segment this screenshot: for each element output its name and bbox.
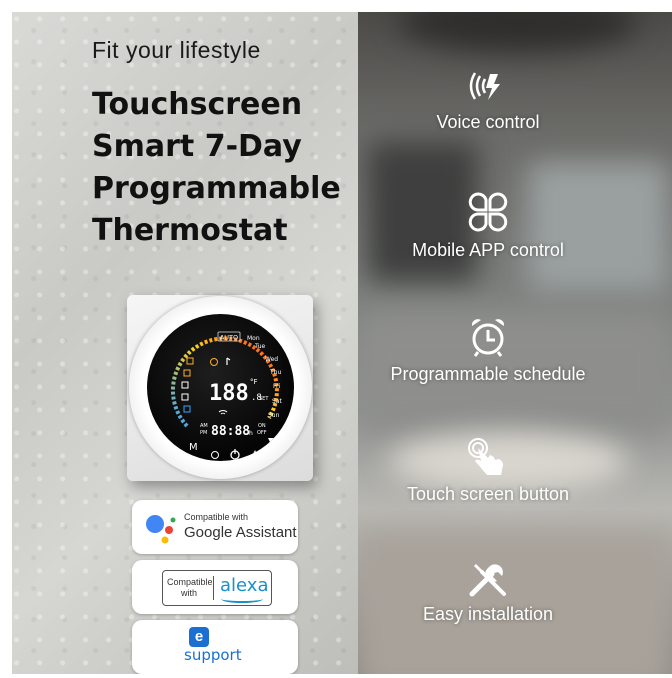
background-window xyxy=(528,162,668,292)
thermostat-screen: AUTO Mon Tue Wed Thu Fri Sat Sun 188 .8 … xyxy=(147,314,294,461)
mode-icon xyxy=(183,405,191,413)
day-label: Fri xyxy=(273,383,280,390)
clock-button-icon[interactable] xyxy=(211,451,219,459)
time-pm: PM xyxy=(200,430,207,436)
alexa-with-word: with xyxy=(180,588,197,598)
feature-mobile-app: Mobile APP control xyxy=(412,240,564,260)
alexa-divider xyxy=(213,576,214,600)
temperature-unit: °F xyxy=(250,378,258,386)
tools-icon-svg xyxy=(469,564,506,597)
set-label: SET xyxy=(259,396,269,402)
esupport-e-icon: e xyxy=(189,627,209,647)
background-floor xyxy=(358,532,672,674)
google-dot-blue xyxy=(146,515,164,533)
alexa-compatible-word: Compatible xyxy=(167,577,213,587)
google-dot-green xyxy=(170,517,176,523)
alexa-smile-icon xyxy=(221,595,263,603)
mode-icon xyxy=(183,369,191,377)
arrow-down-icon[interactable] xyxy=(268,438,276,446)
alexa-box: Compatible with alexa xyxy=(162,570,272,606)
mode-icon xyxy=(186,357,194,365)
google-assistant-icon xyxy=(146,515,176,544)
on-label: ON xyxy=(258,423,266,429)
title-line: Programmable xyxy=(92,171,341,206)
day-label: Thu xyxy=(269,369,281,376)
time-digits: 88:88 xyxy=(211,424,250,439)
mode-icon xyxy=(181,381,189,389)
feature-programmable-schedule: Programmable schedule xyxy=(390,364,586,384)
tagline: Fit your lifestyle xyxy=(92,37,261,63)
mobile-app-icon-svg xyxy=(468,192,508,232)
google-assistant-badge: Compatible with Google Assistant xyxy=(132,500,298,554)
tools-icon xyxy=(466,556,510,600)
touch-hand-icon xyxy=(464,436,508,480)
hand-icon xyxy=(226,357,231,365)
alexa-wordmark: alexa xyxy=(220,575,269,596)
day-label: Sat xyxy=(272,398,282,405)
google-dot-red xyxy=(165,526,173,534)
alexa-compatible-text: Compatible with xyxy=(167,577,213,599)
m-button[interactable]: M xyxy=(189,442,198,453)
feature-voice-control: Voice control xyxy=(436,112,540,132)
google-compatible-text: Compatible with xyxy=(184,512,249,522)
arrow-up-icon[interactable] xyxy=(251,450,259,458)
clock-icon xyxy=(210,358,218,366)
title-line: Touchscreen xyxy=(92,87,303,122)
off-label: OFF xyxy=(257,430,267,436)
day-label: Tue xyxy=(254,343,266,350)
time-suffix: h xyxy=(249,430,253,437)
right-panel: Voice control Mobile APP control Program… xyxy=(358,12,672,674)
product-title: Touchscreen Smart 7-Day Programmable The… xyxy=(92,84,341,252)
title-line: Thermostat xyxy=(92,213,288,248)
day-label: Mon xyxy=(247,335,260,342)
temperature-digits: 188 xyxy=(209,381,249,406)
product-banner: Fit your lifestyle Touchscreen Smart 7-D… xyxy=(0,0,672,678)
alarm-clock-icon xyxy=(466,314,510,358)
esupport-text: support xyxy=(184,646,242,664)
background-ceiling xyxy=(398,12,638,52)
left-panel: Fit your lifestyle Touchscreen Smart 7-D… xyxy=(12,12,358,674)
background-painting xyxy=(368,142,478,282)
day-label: Sun xyxy=(268,412,280,419)
thermostat-display: AUTO Mon Tue Wed Thu Fri Sat Sun 188 .8 … xyxy=(170,331,282,460)
wifi-icon xyxy=(218,410,228,415)
mode-label: AUTO xyxy=(220,334,238,342)
alexa-badge: Compatible with alexa xyxy=(132,560,298,614)
feature-easy-installation: Easy installation xyxy=(422,604,554,624)
google-assistant-text: Google Assistant xyxy=(184,524,297,541)
time-am: AM xyxy=(200,423,208,429)
mode-icon xyxy=(181,393,189,401)
background-table xyxy=(388,432,628,492)
day-label: Wed xyxy=(265,356,278,363)
voice-control-icon xyxy=(466,64,510,108)
alarm-clock-icon-svg xyxy=(471,319,505,357)
touch-hand-icon-svg xyxy=(468,438,503,475)
voice-control-icon-svg xyxy=(469,72,500,100)
title-line: Smart 7-Day xyxy=(92,129,302,164)
feature-touch-screen: Touch screen button xyxy=(406,484,570,504)
esupport-badge: e support xyxy=(132,620,298,674)
google-dot-yellow xyxy=(161,536,169,544)
mobile-app-icon xyxy=(466,190,510,234)
